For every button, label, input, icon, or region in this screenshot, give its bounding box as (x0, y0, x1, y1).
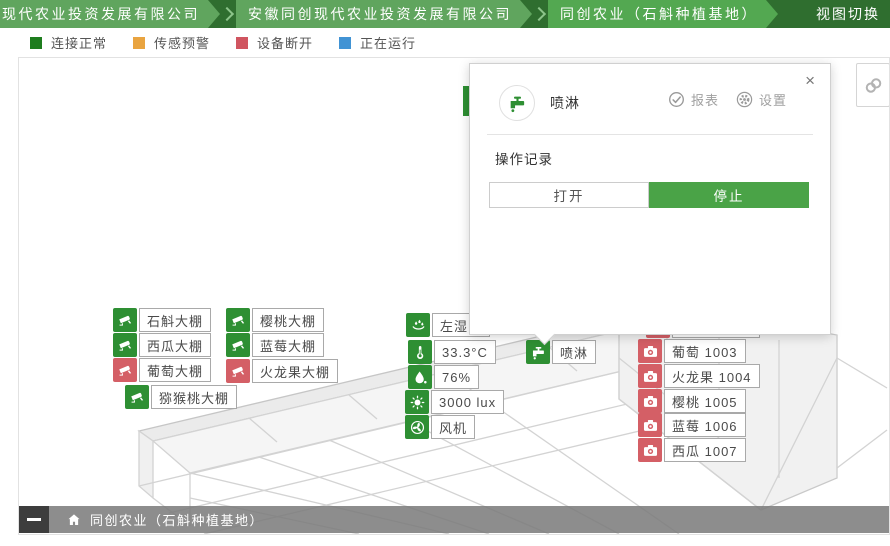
faucet-icon (507, 93, 528, 114)
greenhouse-camera-tag[interactable]: 猕猴桃大棚 (125, 385, 237, 409)
popup-divider (487, 134, 813, 135)
greenhouse-camera-tag[interactable]: 蓝莓大棚 (226, 333, 324, 357)
open-button[interactable]: 打开 (489, 182, 649, 208)
fan-icon (405, 415, 429, 439)
scene-3d-view[interactable]: 石斛大棚 西瓜大棚 葡萄大棚 猕猴桃大棚 樱桃大棚 蓝莓大棚 火龙果大棚 左湿帘… (18, 57, 890, 535)
photo-camera-tag[interactable]: 葡萄 1003 (638, 339, 746, 363)
greenhouse-label: 葡萄大棚 (139, 358, 211, 382)
home-icon (66, 512, 82, 528)
popup-title: 喷淋 (550, 93, 580, 113)
photo-camera-icon (638, 413, 662, 437)
brightness-icon (405, 390, 429, 414)
legend-label: 连接正常 (51, 33, 107, 52)
photo-camera-tag[interactable]: 樱桃 1005 (638, 389, 746, 413)
report-button-label: 报表 (691, 90, 719, 109)
greenhouse-label: 火龙果大棚 (252, 359, 338, 383)
greenhouse-camera-tag[interactable]: 石斛大棚 (113, 308, 211, 332)
photo-camera-icon (638, 389, 662, 413)
status-square-green (30, 37, 42, 49)
status-legend: 连接正常 传感预警 设备断开 正在运行 (0, 28, 890, 57)
greenhouse-label: 蓝莓大棚 (252, 333, 324, 357)
chevron-right-icon (532, 7, 546, 21)
photo-camera-icon (638, 339, 662, 363)
operation-log-title: 操作记录 (495, 148, 553, 168)
close-icon[interactable]: × (803, 70, 817, 91)
cctv-camera-icon (125, 385, 149, 409)
bottom-bar: 同创农业（石斛种植基地） (19, 506, 889, 533)
settings-button[interactable]: 设置 (735, 90, 787, 109)
breadcrumb-item-base[interactable]: 同创农业（石斛种植基地） (548, 0, 778, 28)
camera-label: 葡萄 1003 (664, 339, 746, 363)
status-square-blue (339, 37, 351, 49)
temperature-tag[interactable]: 33.3°C (408, 340, 496, 364)
breadcrumb-item-company-1[interactable]: 现代农业投资发展有限公司 (0, 0, 220, 28)
legend-item-connected: 连接正常 (30, 33, 107, 52)
sensor-value: 76% (434, 365, 479, 389)
greenhouse-camera-tag[interactable]: 火龙果大棚 (226, 359, 338, 383)
cctv-camera-icon (226, 333, 250, 357)
photo-camera-tag[interactable]: 蓝莓 1006 (638, 413, 746, 437)
device-avatar (499, 85, 535, 121)
sensor-value: 3000 lux (431, 390, 504, 414)
cctv-camera-icon (226, 359, 250, 383)
wet-curtain-icon (406, 313, 430, 337)
photo-camera-icon (638, 438, 662, 462)
minus-icon (27, 518, 41, 521)
sensor-value: 喷淋 (552, 340, 596, 364)
thermometer-icon (408, 340, 432, 364)
fan-tag[interactable]: 风机 (405, 415, 475, 439)
device-popup: 喷淋 报表 设置 × 操作记录 打开 停止 (469, 63, 831, 335)
check-circle-icon (667, 90, 686, 109)
cctv-camera-icon (226, 308, 250, 332)
greenhouse-label: 猕猴桃大棚 (151, 385, 237, 409)
breadcrumb-item-company-2[interactable]: 安徽同创现代农业投资发展有限公司 (236, 0, 532, 28)
cctv-camera-icon (113, 333, 137, 357)
cctv-camera-icon (113, 358, 137, 382)
link-icon (863, 75, 884, 96)
camera-label: 樱桃 1005 (664, 389, 746, 413)
gear-icon (735, 90, 754, 109)
greenhouse-label: 樱桃大棚 (252, 308, 324, 332)
legend-label: 传感预警 (154, 33, 210, 52)
sensor-value: 33.3°C (434, 340, 496, 364)
settings-button-label: 设置 (759, 90, 787, 109)
breadcrumb: 现代农业投资发展有限公司 安徽同创现代农业投资发展有限公司 同创农业（石斛种植基… (0, 0, 890, 28)
photo-camera-tag[interactable]: 西瓜 1007 (638, 438, 746, 462)
faucet-icon (526, 340, 550, 364)
stop-button[interactable]: 停止 (649, 182, 809, 208)
report-button[interactable]: 报表 (667, 90, 719, 109)
camera-label: 蓝莓 1006 (664, 413, 746, 437)
spray-tag[interactable]: 喷淋 (526, 340, 596, 364)
humidity-tag[interactable]: 76% (408, 365, 479, 389)
status-square-red (236, 37, 248, 49)
bottom-bar-title: 同创农业（石斛种植基地） (90, 510, 264, 529)
view-switch-button[interactable]: 视图切换 (816, 4, 890, 24)
cctv-camera-icon (113, 308, 137, 332)
water-drop-icon (408, 365, 432, 389)
collapse-button[interactable] (19, 506, 49, 533)
camera-label: 火龙果 1004 (664, 364, 760, 388)
legend-label: 设备断开 (257, 33, 313, 52)
greenhouse-camera-tag[interactable]: 西瓜大棚 (113, 333, 211, 357)
legend-item-disconnected: 设备断开 (236, 33, 313, 52)
legend-item-running: 正在运行 (339, 33, 416, 52)
link-button[interactable] (856, 63, 890, 107)
chevron-right-icon (220, 7, 234, 21)
light-tag[interactable]: 3000 lux (405, 390, 504, 414)
home-button[interactable] (66, 512, 82, 528)
status-square-orange (133, 37, 145, 49)
camera-label: 西瓜 1007 (664, 438, 746, 462)
legend-label: 正在运行 (360, 33, 416, 52)
greenhouse-camera-tag[interactable]: 樱桃大棚 (226, 308, 324, 332)
greenhouse-camera-tag[interactable]: 葡萄大棚 (113, 358, 211, 382)
greenhouse-label: 石斛大棚 (139, 308, 211, 332)
legend-item-sensor-warning: 传感预警 (133, 33, 210, 52)
sensor-value: 风机 (431, 415, 475, 439)
photo-camera-icon (638, 364, 662, 388)
photo-camera-tag[interactable]: 火龙果 1004 (638, 364, 760, 388)
greenhouse-label: 西瓜大棚 (139, 333, 211, 357)
